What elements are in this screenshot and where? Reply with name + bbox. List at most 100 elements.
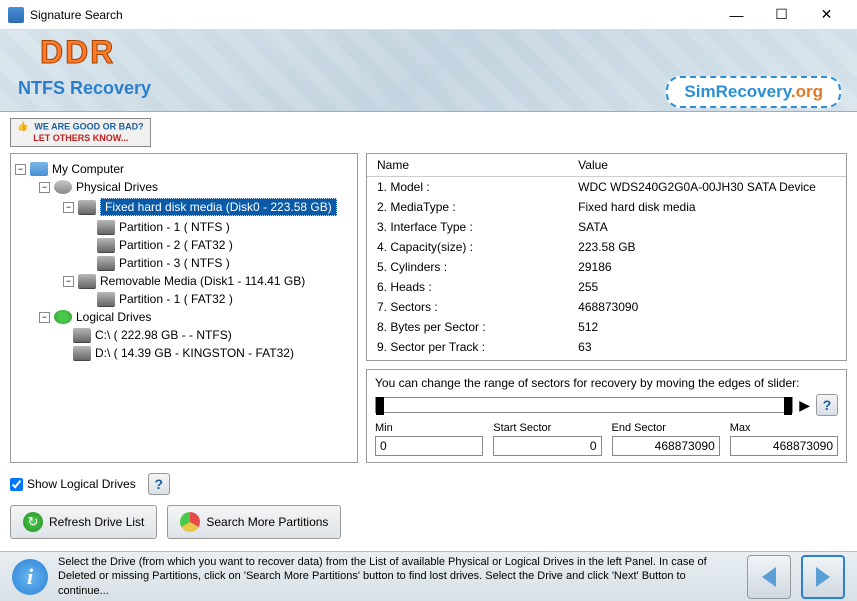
arrow-left-icon [762, 567, 776, 587]
tree-disk1-partition1[interactable]: Partition - 1 ( FAT32 ) [15, 290, 353, 308]
collapse-icon[interactable]: − [63, 276, 74, 287]
search-more-button[interactable]: Search More Partitions [167, 505, 341, 539]
help-button[interactable]: ? [816, 394, 838, 416]
col-name: Name [367, 154, 568, 177]
feedback-button[interactable]: 👍 WE ARE GOOD OR BAD? LET OTHERS KNOW... [10, 118, 151, 147]
end-sector-input[interactable] [612, 436, 720, 456]
footer-text: Select the Drive (from which you want to… [58, 555, 737, 598]
slider-thumb-end[interactable] [784, 397, 792, 415]
partition-label: Partition - 2 ( FAT32 ) [119, 238, 233, 252]
table-row[interactable]: 7. Sectors :468873090 [367, 297, 846, 317]
disk-icon [97, 292, 115, 306]
physical-drives-label: Physical Drives [76, 180, 158, 194]
tree-drive-c[interactable]: C:\ ( 222.98 GB - - NTFS) [15, 326, 353, 344]
refresh-icon [23, 512, 43, 532]
show-logical-label: Show Logical Drives [27, 477, 136, 491]
sector-range-panel: You can change the range of sectors for … [366, 369, 847, 463]
table-row[interactable]: 4. Capacity(size) :223.58 GB [367, 237, 846, 257]
help-button[interactable]: ? [148, 473, 170, 495]
minimize-button[interactable]: — [714, 0, 759, 30]
content-area: 👍 WE ARE GOOD OR BAD? LET OTHERS KNOW...… [0, 112, 857, 551]
collapse-icon[interactable]: − [63, 202, 74, 213]
logical-drives-icon [54, 310, 72, 324]
collapse-icon[interactable]: − [39, 182, 50, 193]
disk-icon [73, 346, 91, 360]
app-icon [8, 7, 24, 23]
partition-label: Partition - 1 ( FAT32 ) [119, 292, 233, 306]
table-row[interactable]: 8. Bytes per Sector :512 [367, 317, 846, 337]
properties-table: Name Value 1. Model :WDC WDS240G2G0A-00J… [367, 154, 846, 361]
disk-icon [78, 274, 96, 288]
tree-drive-d[interactable]: D:\ ( 14.39 GB - KINGSTON - FAT32) [15, 344, 353, 362]
prop-value: 29186 [568, 257, 846, 277]
prop-name: 10. Firmware Revision ID : [367, 357, 568, 361]
prop-name: 3. Interface Type : [367, 217, 568, 237]
slider-thumb-start[interactable] [376, 397, 384, 415]
min-input [375, 436, 483, 456]
collapse-icon[interactable]: − [15, 164, 26, 175]
sector-slider[interactable] [375, 397, 793, 413]
start-sector-label: Start Sector [493, 422, 601, 434]
prop-name: 5. Cylinders : [367, 257, 568, 277]
max-input [730, 436, 838, 456]
disk-icon [73, 328, 91, 342]
tree-root[interactable]: − My Computer [15, 160, 353, 178]
physical-drives-icon [54, 180, 72, 194]
thumb-up-icon: 👍 [17, 121, 29, 133]
sector-hint: You can change the range of sectors for … [375, 376, 838, 390]
footer: i Select the Drive (from which you want … [0, 551, 857, 601]
min-label: Min [375, 422, 483, 434]
tree-disk0-partition3[interactable]: Partition - 3 ( NTFS ) [15, 254, 353, 272]
table-row[interactable]: 10. Firmware Revision ID :UF450000 [367, 357, 846, 361]
table-row[interactable]: 1. Model :WDC WDS240G2G0A-00JH30 SATA De… [367, 177, 846, 198]
disk-icon [97, 256, 115, 270]
disk-icon [97, 238, 115, 252]
prop-value: 255 [568, 277, 846, 297]
table-row[interactable]: 2. MediaType :Fixed hard disk media [367, 197, 846, 217]
max-label: Max [730, 422, 838, 434]
table-row[interactable]: 6. Heads :255 [367, 277, 846, 297]
show-logical-input[interactable] [10, 478, 23, 491]
refresh-button[interactable]: Refresh Drive List [10, 505, 157, 539]
partition-label: Partition - 3 ( NTFS ) [119, 256, 230, 270]
tree-physical-drives[interactable]: − Physical Drives [15, 178, 353, 196]
prop-name: 7. Sectors : [367, 297, 568, 317]
drive-label: C:\ ( 222.98 GB - - NTFS) [95, 328, 232, 342]
col-value: Value [568, 154, 846, 177]
prop-name: 9. Sector per Track : [367, 337, 568, 357]
prop-value: WDC WDS240G2G0A-00JH30 SATA Device [568, 177, 846, 198]
refresh-label: Refresh Drive List [49, 515, 144, 529]
start-sector-input[interactable] [493, 436, 601, 456]
collapse-icon[interactable]: − [39, 312, 50, 323]
computer-icon [30, 162, 48, 176]
pie-icon [180, 512, 200, 532]
back-button[interactable] [747, 555, 791, 599]
prop-name: 6. Heads : [367, 277, 568, 297]
properties-panel: Name Value 1. Model :WDC WDS240G2G0A-00J… [366, 153, 847, 361]
prop-value: 63 [568, 337, 846, 357]
tree-root-label: My Computer [52, 162, 124, 176]
tree-disk1[interactable]: − Removable Media (Disk1 - 114.41 GB) [15, 272, 353, 290]
prop-value: 512 [568, 317, 846, 337]
drive-tree-panel: − My Computer − Physical Drives − Fixed … [10, 153, 358, 463]
next-button[interactable] [801, 555, 845, 599]
close-button[interactable]: ✕ [804, 0, 849, 30]
prop-value: 223.58 GB [568, 237, 846, 257]
feedback-bar: 👍 WE ARE GOOD OR BAD? LET OTHERS KNOW... [10, 118, 847, 147]
feedback-line2: LET OTHERS KNOW... [33, 133, 128, 143]
feedback-line1: WE ARE GOOD OR BAD? [34, 121, 143, 131]
ddr-logo: DDR [40, 34, 115, 71]
prop-name: 2. MediaType : [367, 197, 568, 217]
tree-disk0-partition2[interactable]: Partition - 2 ( FAT32 ) [15, 236, 353, 254]
show-logical-checkbox[interactable]: Show Logical Drives [10, 477, 136, 491]
tree-logical-drives[interactable]: − Logical Drives [15, 308, 353, 326]
tree-disk0-partition1[interactable]: Partition - 1 ( NTFS ) [15, 218, 353, 236]
maximize-button[interactable]: ☐ [759, 0, 804, 30]
table-row[interactable]: 9. Sector per Track :63 [367, 337, 846, 357]
disk0-label: Fixed hard disk media (Disk0 - 223.58 GB… [100, 198, 337, 216]
tree-disk0[interactable]: − Fixed hard disk media (Disk0 - 223.58 … [15, 196, 353, 218]
table-row[interactable]: 3. Interface Type :SATA [367, 217, 846, 237]
brand-badge[interactable]: SimRecovery.org [666, 76, 841, 108]
prop-value: SATA [568, 217, 846, 237]
table-row[interactable]: 5. Cylinders :29186 [367, 257, 846, 277]
